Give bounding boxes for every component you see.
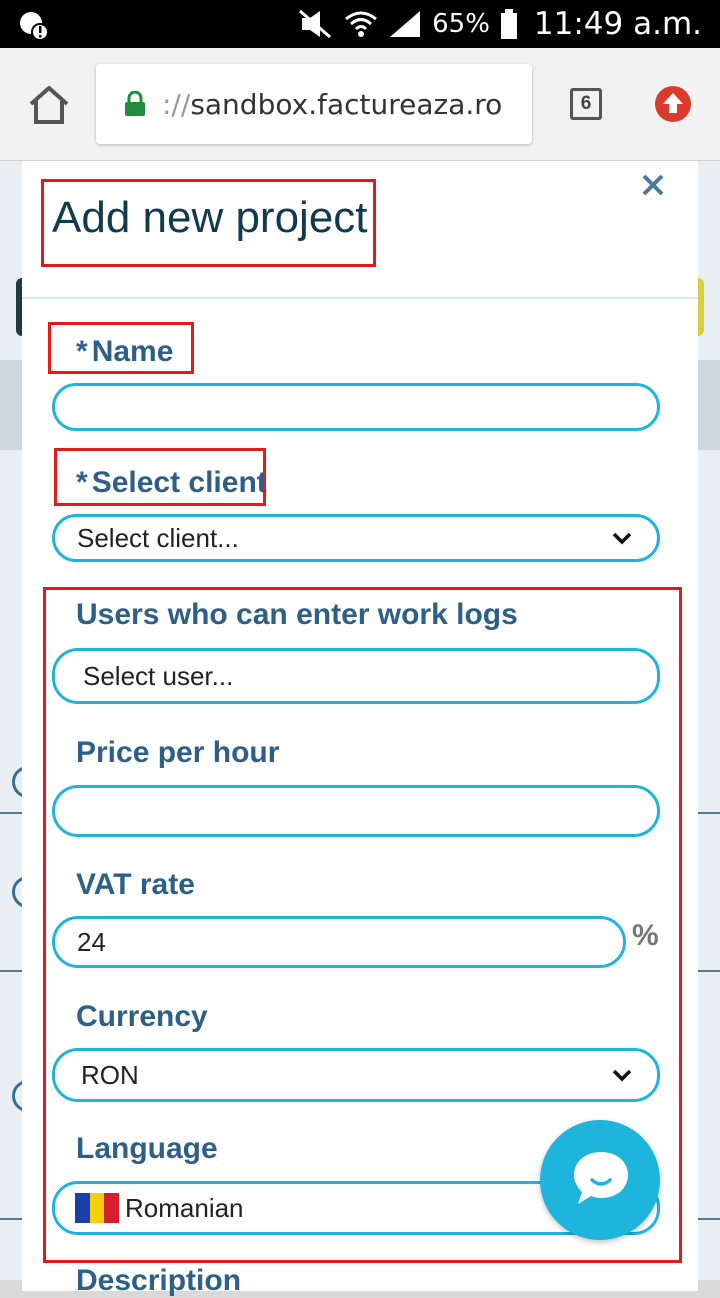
client-label-text: Select client — [91, 466, 267, 499]
browser-toolbar: ://sandbox.factureaza.ro 6 — [0, 48, 720, 161]
close-icon[interactable] — [639, 171, 667, 199]
currency-select[interactable]: RON — [52, 1048, 660, 1102]
chevron-down-icon — [612, 1069, 632, 1082]
modal-title: Add new project — [52, 193, 368, 242]
url-text: ://sandbox.factureaza.ro — [162, 87, 503, 121]
address-bar[interactable]: ://sandbox.factureaza.ro — [96, 64, 532, 144]
language-label: Language — [76, 1132, 218, 1165]
mute-icon — [299, 9, 332, 39]
tab-count: 6 — [580, 93, 592, 114]
required-mark: * — [76, 466, 88, 499]
vat-input[interactable]: 24 — [52, 916, 626, 968]
price-label: Price per hour — [76, 736, 280, 769]
signal-icon — [390, 11, 421, 37]
price-input[interactable] — [52, 785, 660, 837]
vat-unit: % — [632, 919, 659, 952]
home-icon[interactable] — [26, 82, 72, 128]
chat-icon — [574, 1152, 628, 1204]
name-input[interactable] — [52, 383, 660, 431]
battery-icon — [500, 9, 517, 39]
users-select-value: Select user... — [83, 660, 234, 691]
users-label: Users who can enter work logs — [76, 598, 518, 631]
update-icon[interactable] — [655, 86, 691, 122]
client-select-value: Select client... — [77, 522, 239, 553]
status-bar: 65% 11:49 a.m. — [0, 0, 720, 48]
notification-icon — [20, 12, 48, 40]
romania-flag-icon — [75, 1193, 120, 1223]
vat-label: VAT rate — [76, 868, 195, 901]
currency-select-value: RON — [81, 1059, 139, 1090]
battery-percent: 65% — [432, 9, 490, 39]
client-select[interactable]: Select client... — [52, 514, 660, 562]
required-mark: * — [76, 335, 88, 368]
description-label: Description — [76, 1264, 242, 1297]
name-label-text: Name — [91, 335, 174, 368]
wifi-icon — [345, 11, 378, 37]
chat-button[interactable] — [540, 1120, 660, 1240]
name-label: * Name — [76, 335, 173, 369]
clock: 11:49 a.m. — [533, 6, 702, 42]
lock-icon — [125, 91, 145, 116]
modal-header: Add new project — [22, 161, 698, 299]
vat-input-value: 24 — [77, 926, 106, 957]
users-select[interactable]: Select user... — [52, 648, 660, 704]
tabs-button[interactable]: 6 — [570, 88, 602, 120]
currency-label: Currency — [76, 1000, 208, 1033]
chevron-down-icon — [612, 532, 632, 545]
client-label: * Select client — [76, 466, 267, 500]
